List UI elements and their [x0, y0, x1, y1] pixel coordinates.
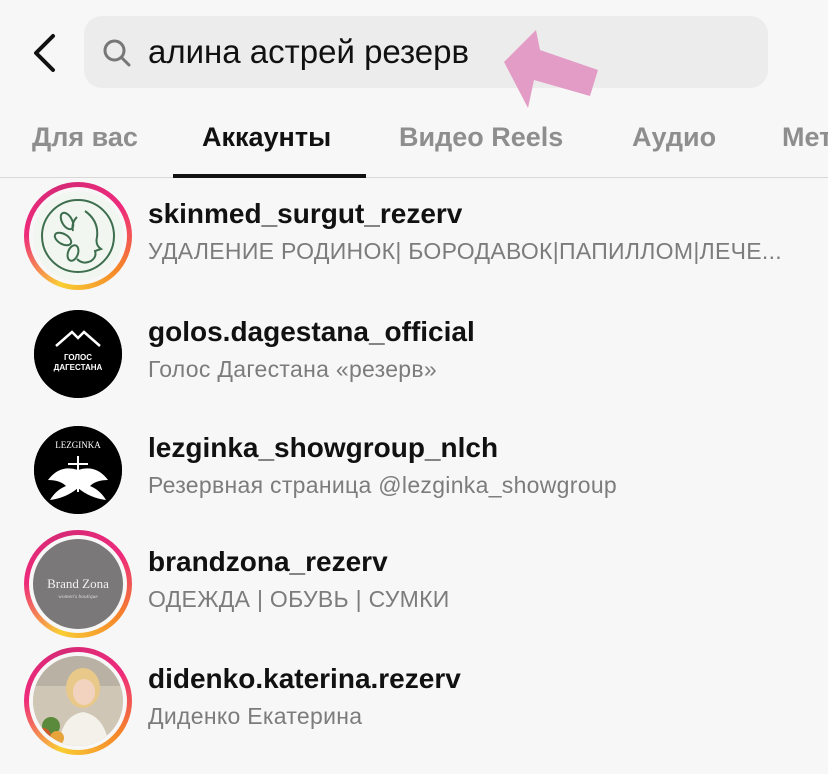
avatar: Brand Zona women's boutique	[33, 539, 123, 629]
username: brandzona_rezerv	[148, 546, 388, 577]
active-tab-indicator	[173, 174, 366, 178]
brand-zona-logo-icon: Brand Zona women's boutique	[47, 576, 109, 600]
leaf-profile-logo-icon	[41, 199, 115, 273]
search-input[interactable]: алина астрей резерв	[84, 16, 768, 88]
back-button[interactable]	[24, 30, 64, 76]
top-bar: алина астрей резерв	[0, 0, 828, 108]
avatar[interactable]: ГОЛОС ДАГЕСТАНА	[34, 310, 122, 398]
search-query-text: алина астрей резерв	[148, 33, 470, 70]
tab-reels[interactable]: Видео Reels	[399, 104, 563, 178]
avatar-text: LEZGINKA	[55, 440, 101, 450]
avatar	[33, 656, 123, 746]
username: golos.dagestana_official	[148, 316, 475, 347]
account-subtitle: ОДЕЖДА | ОБУВЬ | СУМКИ	[148, 586, 450, 612]
avatar-text-line1: Brand Zona	[47, 576, 109, 591]
account-row-didenko[interactable]: didenko.katerina.rezerv Диденко Екатерин…	[0, 647, 828, 763]
tab-audio[interactable]: Аудио	[632, 104, 716, 178]
tab-accounts[interactable]: Аккаунты	[202, 104, 331, 178]
account-subtitle: Резервная страница @lezginka_showgroup	[148, 472, 618, 498]
chevron-left-icon	[34, 34, 55, 72]
story-ring[interactable]: Brand Zona women's boutique	[24, 530, 132, 638]
mountain-logo-icon: ГОЛОС ДАГЕСТАНА	[34, 310, 122, 398]
eagle-logo-icon: LEZGINKA	[34, 426, 122, 514]
username: lezginka_showgroup_nlch	[148, 432, 499, 463]
avatar-text-line1: ГОЛОС	[64, 353, 92, 362]
story-ring[interactable]	[24, 182, 132, 290]
account-row-lezginka[interactable]: LEZGINKA lezginka_showgroup_nlch Резервн…	[0, 416, 828, 532]
avatar	[33, 191, 123, 281]
account-subtitle: Голос Дагестана «резерв»	[148, 356, 438, 382]
person-photo-icon	[33, 656, 123, 746]
tab-for-you[interactable]: Для вас	[32, 104, 138, 178]
search-icon	[103, 39, 131, 67]
story-ring[interactable]	[24, 647, 132, 755]
tab-bar: Для вас Аккаунты Видео Reels Аудио Мет	[0, 104, 828, 178]
tab-places[interactable]: Мет	[782, 104, 828, 178]
avatar-text-line2: women's boutique	[58, 594, 98, 600]
account-subtitle: УДАЛЕНИЕ РОДИНОК| БОРОДАВОК|ПАПИЛЛОМ|ЛЕЧ…	[148, 238, 782, 264]
arrow-pointer-icon	[504, 30, 598, 108]
account-row-skinmed[interactable]: skinmed_surgut_rezerv УДАЛЕНИЕ РОДИНОК| …	[0, 182, 828, 298]
account-row-brandzona[interactable]: Brand Zona women's boutique brandzona_re…	[0, 530, 828, 646]
username: didenko.katerina.rezerv	[148, 663, 461, 694]
account-subtitle: Диденко Екатерина	[148, 703, 363, 729]
avatar-text-line2: ДАГЕСТАНА	[54, 363, 103, 372]
account-row-golos-dagestana[interactable]: ГОЛОС ДАГЕСТАНА golos.dagestana_official…	[0, 300, 828, 416]
username: skinmed_surgut_rezerv	[148, 198, 463, 229]
avatar[interactable]: LEZGINKA	[34, 426, 122, 514]
